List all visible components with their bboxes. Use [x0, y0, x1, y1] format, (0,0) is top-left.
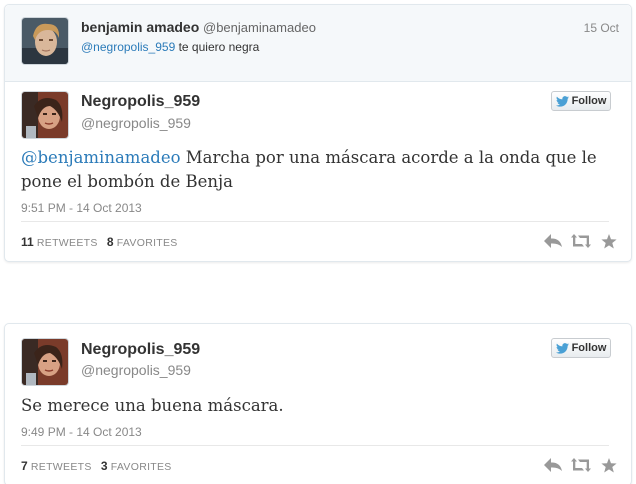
parent-display-name[interactable]: benjamin amadeo — [81, 19, 199, 35]
avatar-benjaminamadeo[interactable] — [21, 17, 69, 65]
stats-divider — [21, 445, 609, 446]
avatar-negropolis[interactable] — [21, 91, 69, 139]
star-icon[interactable] — [599, 233, 619, 249]
follow-label: Follow — [571, 95, 607, 107]
parent-handle[interactable]: @benjaminamadeo — [203, 20, 316, 35]
reply-icon[interactable] — [543, 233, 563, 249]
tweet-1-timestamp[interactable]: 9:51 PM - 14 Oct 2013 — [21, 201, 142, 215]
tweet-2-actions — [543, 457, 619, 473]
follow-label: Follow — [571, 342, 607, 354]
twitter-bird-icon — [555, 342, 569, 354]
follow-button[interactable]: Follow — [551, 338, 611, 358]
tweet-2-stats: 7 RETWEETS 3 FAVORITES — [21, 459, 172, 473]
retweet-icon[interactable] — [571, 457, 591, 473]
favorites-label[interactable]: FAVORITES — [117, 237, 178, 249]
favorites-count[interactable]: 8 — [107, 235, 114, 249]
parent-date[interactable]: 15 Oct — [584, 21, 619, 35]
tweet-2-display-name[interactable]: Negropolis_959 — [81, 341, 200, 359]
reply-icon[interactable] — [543, 457, 563, 473]
retweets-label[interactable]: RETWEETS — [31, 461, 92, 473]
avatar-photo — [22, 339, 68, 385]
retweets-label[interactable]: RETWEETS — [37, 237, 98, 249]
twitter-bird-icon — [555, 95, 569, 107]
favorites-label[interactable]: FAVORITES — [111, 461, 172, 473]
parent-tweet[interactable]: benjamin amadeo @benjaminamadeo 15 Oct @… — [5, 5, 631, 82]
stats-divider — [21, 221, 609, 222]
follow-button[interactable]: Follow — [551, 91, 611, 111]
retweets-count[interactable]: 7 — [21, 459, 28, 473]
tweet-1-handle[interactable]: @negropolis_959 — [81, 115, 191, 131]
parent-mention-link[interactable]: @negropolis_959 — [81, 40, 175, 54]
parent-text-body: te quiero negra — [175, 40, 260, 54]
star-icon[interactable] — [599, 457, 619, 473]
tweet-1-display-name[interactable]: Negropolis_959 — [81, 93, 200, 111]
tweet-2-timestamp[interactable]: 9:49 PM - 14 Oct 2013 — [21, 425, 142, 439]
retweets-count[interactable]: 11 — [21, 235, 34, 249]
tweet-2-text: Se merece una buena máscara. — [21, 396, 284, 415]
favorites-count[interactable]: 3 — [101, 459, 108, 473]
tweet-card-2: Negropolis_959 @negropolis_959 Follow Se… — [4, 323, 632, 484]
avatar-photo — [22, 18, 68, 64]
tweet-1-mention-link[interactable]: @benjaminamadeo — [21, 148, 181, 167]
avatar-negropolis[interactable] — [21, 338, 69, 386]
tweet-1-stats: 11 RETWEETS 8 FAVORITES — [21, 235, 178, 249]
retweet-icon[interactable] — [571, 233, 591, 249]
tweet-1-text: @benjaminamadeo Marcha por una máscara a… — [21, 146, 617, 194]
parent-tweet-text: @negropolis_959 te quiero negra — [81, 40, 259, 54]
tweet-1-actions — [543, 233, 619, 249]
tweet-card-1: benjamin amadeo @benjaminamadeo 15 Oct @… — [4, 4, 632, 262]
avatar-photo — [22, 92, 68, 138]
tweet-2-handle[interactable]: @negropolis_959 — [81, 362, 191, 378]
